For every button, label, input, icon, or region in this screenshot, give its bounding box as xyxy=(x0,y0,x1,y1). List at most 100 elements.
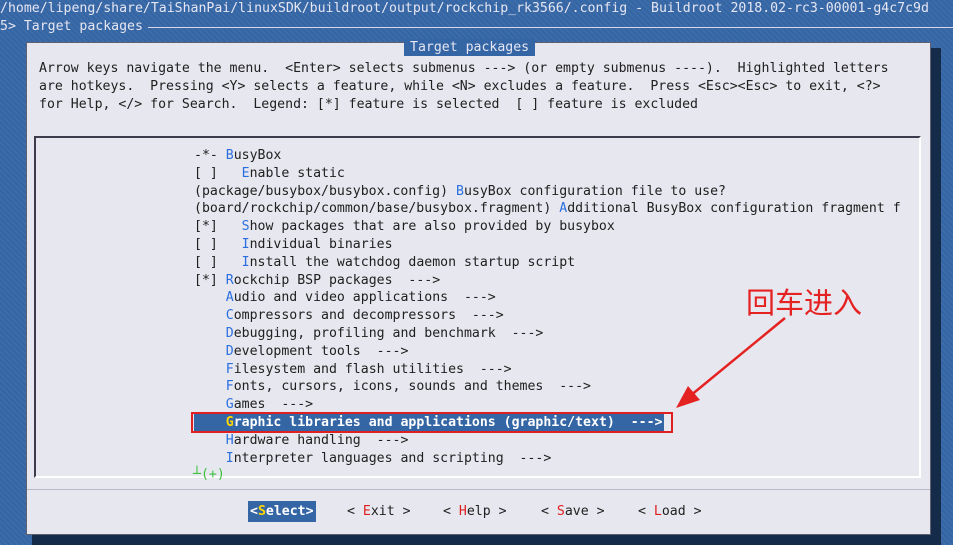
menu-item-label: dditional BusyBox configuration fragment… xyxy=(567,201,901,217)
help-text: Arrow keys navigate the menu. <Enter> se… xyxy=(39,60,889,113)
menu-item-hotkey: A xyxy=(559,201,568,217)
button-hotkey: H xyxy=(458,504,467,519)
dialog-shadow-bottom xyxy=(32,535,937,545)
menu-item-hotkey: D xyxy=(225,326,234,341)
menu-item-audio-video[interactable]: Audio and video applications ---> xyxy=(194,289,496,307)
load-button[interactable]: < Load > xyxy=(636,501,704,522)
menu-item-hotkey: E xyxy=(241,165,250,181)
menu-item-prefix: [ ] xyxy=(194,254,242,270)
menu-item-prefix xyxy=(194,290,226,305)
menu-item-prefix: (board/rockchip/common/base/busybox.frag… xyxy=(194,201,560,217)
button-label: elp > xyxy=(466,504,507,519)
button-hotkey: E xyxy=(362,504,371,519)
help-line: Arrow keys navigate the menu. <Enter> se… xyxy=(39,61,889,76)
window-title: /home/lipeng/share/TaiShanPai/linuxSDK/b… xyxy=(0,1,929,16)
button-label: oad > xyxy=(661,504,702,519)
menu-item-hotkey: H xyxy=(225,432,234,448)
menu-item-busybox-fragment[interactable]: (board/rockchip/common/base/busybox.frag… xyxy=(194,200,901,218)
menu-item-interpreter-languages[interactable]: Interpreter languages and scripting ---> xyxy=(194,450,552,468)
menu-item-label: evelopment tools ---> xyxy=(233,343,409,359)
menu-item-busybox-config-file[interactable]: (package/busybox/busybox.config) BusyBox… xyxy=(194,183,726,201)
dialog-shadow-right xyxy=(931,48,941,545)
menu-item-hotkey: B xyxy=(225,148,234,163)
button-hotkey: S xyxy=(556,504,565,519)
menu-item-label: ardware handling ---> xyxy=(233,432,409,448)
menu-item-hotkey: D xyxy=(225,343,234,359)
menu-item-hotkey: S xyxy=(241,219,250,235)
annotation-label: 回车进入 xyxy=(746,286,863,320)
menu-item-development-tools[interactable]: Development tools ---> xyxy=(194,343,409,361)
menu-item-prefix xyxy=(194,397,226,412)
button-hotkey: L xyxy=(653,504,662,519)
button-prefix: < xyxy=(541,504,557,519)
menu-item-hotkey: F xyxy=(225,361,234,377)
menu-item-prefix xyxy=(194,433,226,448)
menu-item-label: ames ---> xyxy=(233,397,314,413)
breadcrumb-rule xyxy=(148,27,953,28)
help-line: for Help, </> for Search. Legend: [*] fe… xyxy=(39,96,698,112)
menu-item-fonts[interactable]: Fonts, cursors, icons, sounds and themes… xyxy=(194,378,591,396)
menu-item-label: ockchip BSP packages ---> xyxy=(233,272,441,288)
menu-item-label: usyBox xyxy=(233,148,282,163)
menu-item-prefix xyxy=(194,379,226,394)
menu-item-label: ebugging, profiling and benchmark ---> xyxy=(233,326,544,341)
dialog-title: Target packages xyxy=(404,39,536,56)
button-prefix: < xyxy=(250,504,258,519)
menu-item-debugging[interactable]: Debugging, profiling and benchmark ---> xyxy=(194,325,544,343)
button-hotkey: S xyxy=(257,504,266,519)
menu-item-hotkey: F xyxy=(225,379,234,395)
menu-item-filesystem[interactable]: Filesystem and flash utilities ---> xyxy=(194,361,512,379)
menu-item-label: ilesystem and flash utilities ---> xyxy=(233,361,512,377)
menu-item-label: nstall the watchdog daemon startup scrip… xyxy=(249,254,576,270)
menu-item-prefix: [*] xyxy=(194,219,242,235)
menu-item-label: nable static xyxy=(249,165,345,181)
menu-item-label: nterpreter languages and scripting ---> xyxy=(233,450,552,466)
help-line: are hotkeys. Pressing <Y> selects a feat… xyxy=(39,78,881,94)
menu-item-hotkey: B xyxy=(456,183,464,199)
button-label: xit > xyxy=(370,504,411,519)
button-prefix: < xyxy=(347,504,363,519)
menu-item-label: how packages that are also provided by b… xyxy=(249,219,615,235)
menu-item-prefix xyxy=(194,326,226,341)
menu-item-hotkey: I xyxy=(225,450,234,466)
menu-item-label: usyBox configuration file to use? xyxy=(463,183,726,199)
menu-item-enable-static[interactable]: [ ] Enable static xyxy=(194,165,345,183)
menu-item-label: udio and video applications ---> xyxy=(233,290,496,306)
menu-item-prefix xyxy=(194,362,226,377)
menu-item-show-packages[interactable]: [*] Show packages that are also provided… xyxy=(194,218,615,236)
button-label: elect> xyxy=(265,504,314,519)
help-button[interactable]: < Help > xyxy=(441,501,509,522)
menu-item-hotkey: I xyxy=(241,237,250,252)
menu-item-hotkey: C xyxy=(225,308,234,324)
menu-item-compressors[interactable]: Compressors and decompressors ---> xyxy=(194,307,504,325)
select-button[interactable]: <Select> xyxy=(248,501,316,522)
menu-item-prefix: (package/busybox/busybox.config) xyxy=(194,183,457,199)
menu-item-prefix xyxy=(194,344,226,359)
menu-item-label: ndividual binaries xyxy=(249,237,393,252)
exit-button[interactable]: < Exit > xyxy=(345,501,413,522)
menu-item-prefix: [ ] xyxy=(194,165,242,181)
menu-item-watchdog-script[interactable]: [ ] Install the watchdog daemon startup … xyxy=(194,254,575,272)
menu-item-hardware-handling[interactable]: Hardware handling ---> xyxy=(194,432,409,450)
button-prefix: < xyxy=(443,504,459,519)
menu-item-hotkey: R xyxy=(225,272,234,288)
menu-item-hotkey: A xyxy=(225,290,234,306)
menu-item-prefix xyxy=(194,451,226,466)
menu-item-individual-binaries[interactable]: [ ] Individual binaries xyxy=(194,236,393,254)
button-label: ave > xyxy=(564,504,605,519)
more-indicator: ┴(+) xyxy=(193,467,225,482)
menu-item-label: onts, cursors, icons, sounds and themes … xyxy=(233,379,591,395)
menu-item-busybox[interactable]: -*- BusyBox xyxy=(194,147,281,165)
menu-item-rockchip-bsp[interactable]: [*] Rockchip BSP packages ---> xyxy=(194,272,440,290)
menu-item-prefix: -*- xyxy=(194,148,226,163)
button-prefix: < xyxy=(638,504,654,519)
save-button[interactable]: < Save > xyxy=(539,501,607,522)
menu-item-prefix: [ ] xyxy=(194,237,242,252)
menu-item-prefix xyxy=(194,308,226,323)
breadcrumb: 5> Target packages xyxy=(0,19,143,34)
annotation-highlight-box xyxy=(191,412,673,433)
menu-item-prefix: [*] xyxy=(194,272,226,288)
menu-item-hotkey: G xyxy=(225,397,234,413)
menu-item-hotkey: I xyxy=(241,254,250,270)
button-divider xyxy=(27,489,930,490)
